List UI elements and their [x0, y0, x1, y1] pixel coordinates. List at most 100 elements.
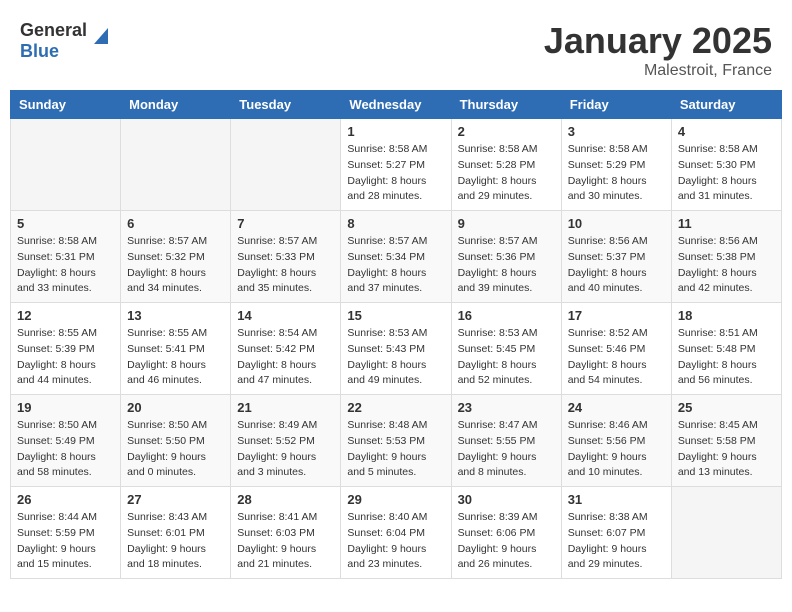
- calendar-cell: 29 Sunrise: 8:40 AM Sunset: 6:04 PM Dayli…: [341, 487, 451, 579]
- day-header-thursday: Thursday: [451, 91, 561, 119]
- day-number: 7: [237, 216, 334, 231]
- day-number: 4: [678, 124, 775, 139]
- day-info: Sunrise: 8:38 AM Sunset: 6:07 PM Dayligh…: [568, 510, 665, 573]
- day-header-sunday: Sunday: [11, 91, 121, 119]
- calendar-cell: [671, 487, 781, 579]
- calendar-cell: 10 Sunrise: 8:56 AM Sunset: 5:37 PM Dayli…: [561, 211, 671, 303]
- calendar-cell: 9 Sunrise: 8:57 AM Sunset: 5:36 PM Daylig…: [451, 211, 561, 303]
- day-header-monday: Monday: [121, 91, 231, 119]
- day-info: Sunrise: 8:57 AM Sunset: 5:33 PM Dayligh…: [237, 234, 334, 297]
- day-header-wednesday: Wednesday: [341, 91, 451, 119]
- day-number: 17: [568, 308, 665, 323]
- day-number: 23: [458, 400, 555, 415]
- calendar-cell: [231, 119, 341, 211]
- calendar-cell: 30 Sunrise: 8:39 AM Sunset: 6:06 PM Dayli…: [451, 487, 561, 579]
- day-info: Sunrise: 8:51 AM Sunset: 5:48 PM Dayligh…: [678, 326, 775, 389]
- day-number: 1: [347, 124, 444, 139]
- calendar-cell: 6 Sunrise: 8:57 AM Sunset: 5:32 PM Daylig…: [121, 211, 231, 303]
- day-number: 14: [237, 308, 334, 323]
- calendar-cell: 1Sunrise: 8:58 AM Sunset: 5:27 PM Daylig…: [341, 119, 451, 211]
- location-title: Malestroit, France: [544, 62, 772, 80]
- day-info: Sunrise: 8:58 AM Sunset: 5:29 PM Dayligh…: [568, 142, 665, 205]
- day-info: Sunrise: 8:53 AM Sunset: 5:43 PM Dayligh…: [347, 326, 444, 389]
- calendar-cell: 19Sunrise: 8:50 AM Sunset: 5:49 PM Dayli…: [11, 395, 121, 487]
- day-number: 9: [458, 216, 555, 231]
- logo-triangle-icon: [90, 24, 112, 46]
- day-number: 29: [347, 492, 444, 507]
- calendar-cell: [121, 119, 231, 211]
- day-number: 5: [17, 216, 114, 231]
- calendar-header-row: SundayMondayTuesdayWednesdayThursdayFrid…: [11, 91, 782, 119]
- calendar-cell: 24 Sunrise: 8:46 AM Sunset: 5:56 PM Dayli…: [561, 395, 671, 487]
- day-info: Sunrise: 8:58 AM Sunset: 5:31 PM Dayligh…: [17, 234, 114, 297]
- month-title: January 2025: [544, 20, 772, 62]
- day-number: 2: [458, 124, 555, 139]
- day-info: Sunrise: 8:50 AM Sunset: 5:50 PM Dayligh…: [127, 418, 224, 481]
- calendar-cell: 28 Sunrise: 8:41 AM Sunset: 6:03 PM Dayli…: [231, 487, 341, 579]
- day-number: 13: [127, 308, 224, 323]
- day-info: Sunrise: 8:39 AM Sunset: 6:06 PM Dayligh…: [458, 510, 555, 573]
- calendar-cell: 7 Sunrise: 8:57 AM Sunset: 5:33 PM Daylig…: [231, 211, 341, 303]
- day-number: 3: [568, 124, 665, 139]
- day-number: 22: [347, 400, 444, 415]
- day-info: Sunrise: 8:43 AM Sunset: 6:01 PM Dayligh…: [127, 510, 224, 573]
- day-info: Sunrise: 8:55 AM Sunset: 5:39 PM Dayligh…: [17, 326, 114, 389]
- day-number: 20: [127, 400, 224, 415]
- day-info: Sunrise: 8:56 AM Sunset: 5:38 PM Dayligh…: [678, 234, 775, 297]
- day-info: Sunrise: 8:46 AM Sunset: 5:56 PM Dayligh…: [568, 418, 665, 481]
- calendar-week-row: 12 Sunrise: 8:55 AM Sunset: 5:39 PM Dayli…: [11, 303, 782, 395]
- day-number: 11: [678, 216, 775, 231]
- calendar-cell: [11, 119, 121, 211]
- calendar-cell: 5 Sunrise: 8:58 AM Sunset: 5:31 PM Daylig…: [11, 211, 121, 303]
- day-info: Sunrise: 8:48 AM Sunset: 5:53 PM Dayligh…: [347, 418, 444, 481]
- day-number: 30: [458, 492, 555, 507]
- day-number: 27: [127, 492, 224, 507]
- calendar-cell: 26 Sunrise: 8:44 AM Sunset: 5:59 PM Dayli…: [11, 487, 121, 579]
- logo-text: General Blue: [20, 20, 87, 62]
- day-number: 28: [237, 492, 334, 507]
- calendar-cell: 18 Sunrise: 8:51 AM Sunset: 5:48 PM Dayli…: [671, 303, 781, 395]
- day-info: Sunrise: 8:57 AM Sunset: 5:36 PM Dayligh…: [458, 234, 555, 297]
- day-info: Sunrise: 8:41 AM Sunset: 6:03 PM Dayligh…: [237, 510, 334, 573]
- day-info: Sunrise: 8:53 AM Sunset: 5:45 PM Dayligh…: [458, 326, 555, 389]
- day-number: 26: [17, 492, 114, 507]
- day-info: Sunrise: 8:52 AM Sunset: 5:46 PM Dayligh…: [568, 326, 665, 389]
- title-block: January 2025 Malestroit, France: [544, 20, 772, 80]
- day-info: Sunrise: 8:50 AM Sunset: 5:49 PM Dayligh…: [17, 418, 114, 481]
- calendar-cell: 31 Sunrise: 8:38 AM Sunset: 6:07 PM Dayli…: [561, 487, 671, 579]
- calendar-cell: 16 Sunrise: 8:53 AM Sunset: 5:45 PM Dayli…: [451, 303, 561, 395]
- day-header-tuesday: Tuesday: [231, 91, 341, 119]
- calendar-cell: 8Sunrise: 8:57 AM Sunset: 5:34 PM Daylig…: [341, 211, 451, 303]
- calendar-cell: 15 Sunrise: 8:53 AM Sunset: 5:43 PM Dayli…: [341, 303, 451, 395]
- day-info: Sunrise: 8:58 AM Sunset: 5:30 PM Dayligh…: [678, 142, 775, 205]
- day-number: 31: [568, 492, 665, 507]
- day-info: Sunrise: 8:40 AM Sunset: 6:04 PM Dayligh…: [347, 510, 444, 573]
- day-info: Sunrise: 8:47 AM Sunset: 5:55 PM Dayligh…: [458, 418, 555, 481]
- calendar-cell: 4 Sunrise: 8:58 AM Sunset: 5:30 PM Daylig…: [671, 119, 781, 211]
- day-info: Sunrise: 8:49 AM Sunset: 5:52 PM Dayligh…: [237, 418, 334, 481]
- day-info: Sunrise: 8:54 AM Sunset: 5:42 PM Dayligh…: [237, 326, 334, 389]
- calendar-week-row: 19Sunrise: 8:50 AM Sunset: 5:49 PM Dayli…: [11, 395, 782, 487]
- calendar-cell: 14 Sunrise: 8:54 AM Sunset: 5:42 PM Dayli…: [231, 303, 341, 395]
- page-header: General Blue January 2025 Malestroit, Fr…: [10, 10, 782, 85]
- day-info: Sunrise: 8:44 AM Sunset: 5:59 PM Dayligh…: [17, 510, 114, 573]
- day-info: Sunrise: 8:57 AM Sunset: 5:34 PM Dayligh…: [347, 234, 444, 297]
- calendar-table: SundayMondayTuesdayWednesdayThursdayFrid…: [10, 90, 782, 579]
- day-info: Sunrise: 8:58 AM Sunset: 5:28 PM Dayligh…: [458, 142, 555, 205]
- day-number: 24: [568, 400, 665, 415]
- day-number: 6: [127, 216, 224, 231]
- logo-general: General: [20, 20, 87, 40]
- day-number: 18: [678, 308, 775, 323]
- calendar-week-row: 26 Sunrise: 8:44 AM Sunset: 5:59 PM Dayli…: [11, 487, 782, 579]
- day-info: Sunrise: 8:57 AM Sunset: 5:32 PM Dayligh…: [127, 234, 224, 297]
- calendar-cell: 20 Sunrise: 8:50 AM Sunset: 5:50 PM Dayli…: [121, 395, 231, 487]
- day-number: 16: [458, 308, 555, 323]
- logo-blue: Blue: [20, 41, 59, 61]
- day-number: 10: [568, 216, 665, 231]
- day-number: 15: [347, 308, 444, 323]
- day-info: Sunrise: 8:56 AM Sunset: 5:37 PM Dayligh…: [568, 234, 665, 297]
- day-number: 12: [17, 308, 114, 323]
- calendar-cell: 21 Sunrise: 8:49 AM Sunset: 5:52 PM Dayli…: [231, 395, 341, 487]
- day-number: 21: [237, 400, 334, 415]
- day-header-saturday: Saturday: [671, 91, 781, 119]
